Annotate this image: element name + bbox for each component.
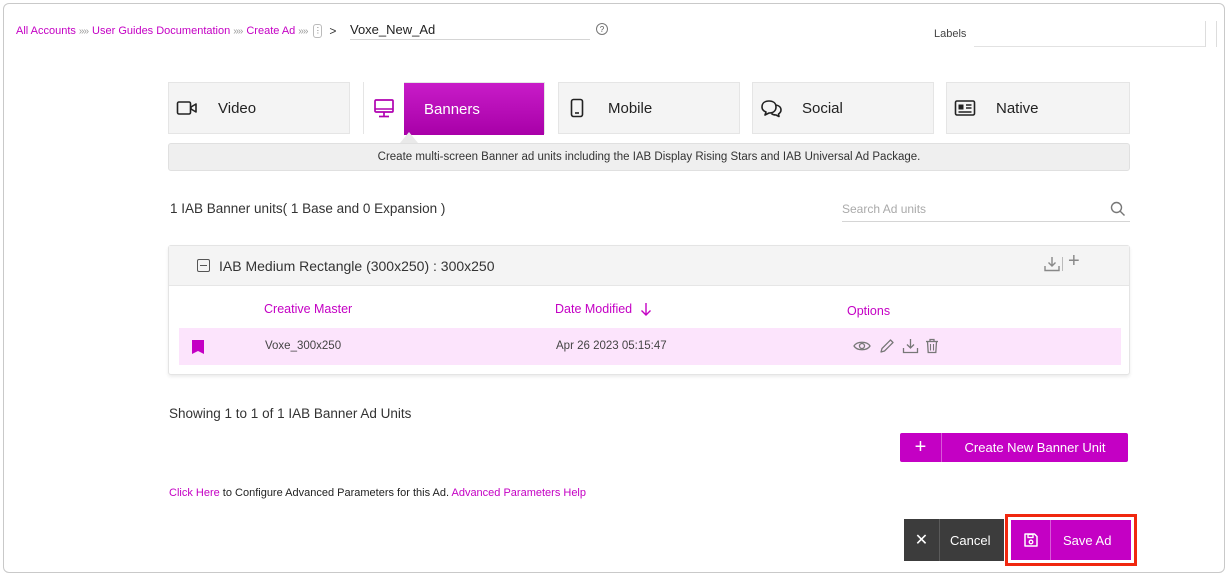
ad-unit-title: IAB Medium Rectangle (300x250) : 300x250 bbox=[219, 258, 495, 274]
tab-label: Video bbox=[218, 99, 257, 117]
sort-arrow-down-icon[interactable] bbox=[639, 301, 653, 320]
help-icon[interactable]: ? bbox=[596, 23, 608, 35]
tab-banners[interactable]: Banners bbox=[363, 82, 545, 135]
save-ad-button[interactable]: Save Ad bbox=[1011, 520, 1131, 560]
floppy-disk-icon bbox=[1011, 520, 1051, 560]
advanced-parameters-text: Click Here to Configure Advanced Paramet… bbox=[169, 487, 586, 499]
active-tab-pointer bbox=[400, 132, 418, 143]
id-card-icon bbox=[947, 82, 983, 134]
video-camera-icon bbox=[169, 82, 205, 134]
edit-pencil-icon[interactable] bbox=[879, 338, 895, 359]
tab-video[interactable]: Video bbox=[168, 82, 350, 134]
row-creative-name[interactable]: Voxe_300x250 bbox=[265, 340, 341, 352]
labels-dropdown-handle[interactable] bbox=[1205, 21, 1217, 47]
tab-banners-body: Banners bbox=[404, 83, 544, 135]
header-divider bbox=[1062, 257, 1063, 271]
tab-description: Create multi-screen Banner ad units incl… bbox=[168, 143, 1130, 171]
more-options-icon[interactable]: ⋮ bbox=[313, 24, 323, 38]
tab-social[interactable]: Social bbox=[752, 82, 934, 134]
download-icon[interactable] bbox=[1043, 255, 1061, 278]
advanced-parameters-description: to Configure Advanced Parameters for thi… bbox=[219, 487, 452, 499]
download-icon[interactable] bbox=[902, 338, 919, 359]
pagination-summary: Showing 1 to 1 of 1 IAB Banner Ad Units bbox=[169, 406, 412, 421]
phone-icon bbox=[559, 82, 595, 134]
breadcrumb: All Accounts » » User Guides Documentatio… bbox=[16, 20, 340, 42]
tab-label: Social bbox=[802, 99, 843, 117]
cancel-button[interactable]: ✕ Cancel bbox=[904, 519, 1004, 561]
ad-name-input[interactable] bbox=[350, 20, 590, 40]
close-icon: ✕ bbox=[904, 519, 940, 561]
ad-unit-header: IAB Medium Rectangle (300x250) : 300x250… bbox=[169, 246, 1129, 286]
tab-label: Mobile bbox=[608, 99, 653, 117]
breadcrumb-separator: » bbox=[302, 25, 309, 37]
breadcrumb-create-ad[interactable]: Create Ad bbox=[246, 25, 295, 37]
breadcrumb-user-guides[interactable]: User Guides Documentation bbox=[92, 25, 230, 37]
breadcrumb-separator: » bbox=[237, 25, 244, 37]
add-icon[interactable]: + bbox=[1068, 251, 1080, 271]
preview-eye-icon[interactable] bbox=[853, 338, 871, 359]
search-icon[interactable] bbox=[1110, 201, 1126, 222]
button-label: Cancel bbox=[950, 532, 991, 548]
tab-mobile[interactable]: Mobile bbox=[558, 82, 740, 134]
button-label: Save Ad bbox=[1063, 532, 1112, 548]
column-date-modified[interactable]: Date Modified bbox=[555, 302, 632, 316]
column-options: Options bbox=[847, 304, 891, 318]
chat-bubbles-icon bbox=[753, 82, 789, 134]
tab-label: Native bbox=[996, 99, 1039, 117]
breadcrumb-separator: » bbox=[83, 25, 90, 37]
labels-input[interactable] bbox=[974, 21, 1206, 47]
ad-unit-panel: IAB Medium Rectangle (300x250) : 300x250… bbox=[168, 245, 1130, 375]
search-input[interactable] bbox=[842, 198, 1092, 220]
app-window: All Accounts » » User Guides Documentatio… bbox=[3, 3, 1225, 573]
delete-trash-icon[interactable] bbox=[925, 338, 939, 359]
breadcrumb-all-accounts[interactable]: All Accounts bbox=[16, 25, 76, 37]
create-new-banner-unit-button[interactable]: + Create New Banner Unit bbox=[900, 433, 1128, 462]
table-row[interactable]: Voxe_300x250 Apr 26 2023 05:15:47 bbox=[179, 328, 1121, 365]
advanced-parameters-help-link[interactable]: Advanced Parameters Help bbox=[451, 487, 586, 499]
row-date-modified: Apr 26 2023 05:15:47 bbox=[556, 340, 667, 352]
column-creative-master[interactable]: Creative Master bbox=[264, 302, 352, 316]
units-count: 1 IAB Banner units( 1 Base and 0 Expansi… bbox=[170, 201, 446, 216]
tab-label: Banners bbox=[424, 100, 480, 118]
tab-native[interactable]: Native bbox=[946, 82, 1130, 134]
button-label: Create New Banner Unit bbox=[964, 440, 1106, 455]
breadcrumb-arrow: > bbox=[329, 24, 337, 38]
search-box bbox=[842, 198, 1130, 222]
click-here-link[interactable]: Click Here bbox=[169, 487, 220, 499]
monitor-icon bbox=[364, 82, 404, 134]
banner-flag-icon bbox=[192, 340, 204, 359]
ad-type-tabs: Video Banners Mobile Social Native bbox=[168, 82, 1130, 135]
plus-icon: + bbox=[900, 433, 942, 462]
collapse-icon[interactable] bbox=[197, 259, 210, 272]
labels-label: Labels bbox=[934, 28, 967, 40]
